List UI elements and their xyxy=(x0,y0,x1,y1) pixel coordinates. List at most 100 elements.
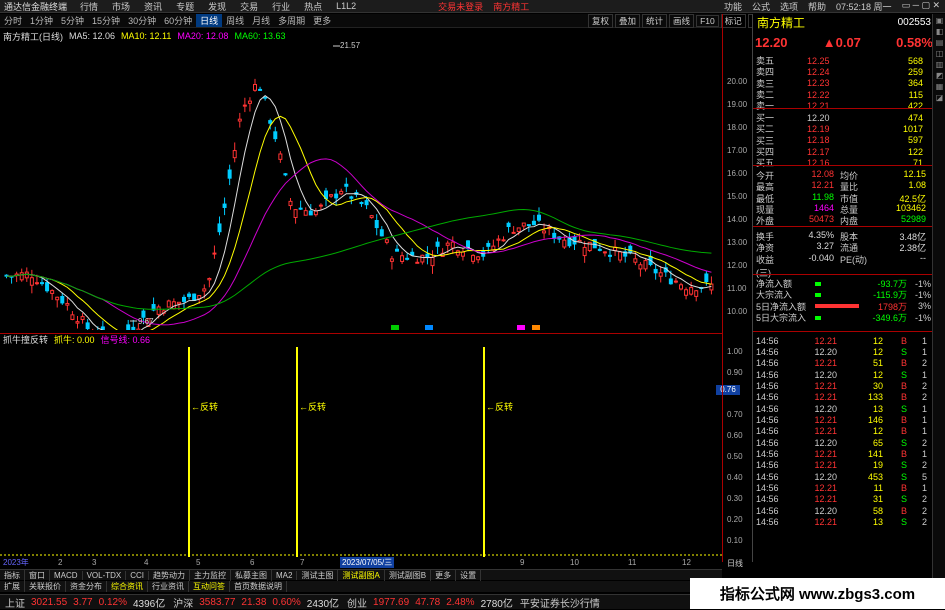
candle-body xyxy=(668,278,673,285)
tab-fund-dist[interactable]: 资金分布 xyxy=(66,581,107,592)
tick-price: 12.21 xyxy=(814,483,837,494)
sh-index-pct: 0.12% xyxy=(98,596,127,608)
tool-overlay[interactable]: 叠加 xyxy=(615,14,641,28)
tool-stats[interactable]: 统计 xyxy=(642,14,668,28)
tab-extend[interactable]: 扩展 xyxy=(0,581,25,592)
axis-period-label[interactable]: 日线 xyxy=(727,558,743,569)
stat-label: 均价 xyxy=(840,171,859,181)
low-price-label: 9.67 xyxy=(138,317,154,326)
tick-row: 14:56 12.21 51 B 2 xyxy=(753,358,935,369)
tab-macd[interactable]: MACD xyxy=(50,570,83,580)
tab-related-quote[interactable]: 关联报价 xyxy=(25,581,66,592)
period-15min[interactable]: 15分钟 xyxy=(88,14,124,27)
cy-index-label[interactable]: 创业 xyxy=(342,595,370,610)
tab-private-main[interactable]: 私募主图 xyxy=(231,569,273,581)
side-tool-icon[interactable]: ◫ xyxy=(933,49,945,58)
tick-time: 14:56 xyxy=(756,449,779,460)
side-tool-icon[interactable]: ▤ xyxy=(933,38,945,47)
axis-month: 10 xyxy=(570,558,579,567)
tick-side: S xyxy=(900,517,907,528)
tab-test-sub-b[interactable]: 测试副图B xyxy=(385,569,432,581)
tool-draw[interactable]: 画线 xyxy=(669,14,695,28)
candle-body xyxy=(136,328,141,330)
menu-help[interactable]: 帮助 xyxy=(803,0,831,13)
menu-formula[interactable]: 公式 xyxy=(747,0,775,13)
tab-indicator[interactable]: 指标 xyxy=(0,569,25,581)
candle-body xyxy=(704,273,709,283)
menu-discover[interactable]: 发现 xyxy=(201,0,233,13)
side-tool-icon[interactable]: ◪ xyxy=(933,93,945,102)
tick-row: 14:56 12.21 19 S 2 xyxy=(753,460,935,471)
tick-row: 14:56 12.20 12 S 1 xyxy=(753,369,935,380)
period-30min[interactable]: 30分钟 xyxy=(124,14,160,27)
tab-cci[interactable]: CCI xyxy=(126,570,150,580)
candlestick-chart[interactable]: 21.57 9.67 xyxy=(0,40,722,330)
tool-mark[interactable]: 标记 xyxy=(720,14,746,28)
menu-function[interactable]: 功能 xyxy=(719,0,747,13)
tab-test-sub-a[interactable]: 测试副图A xyxy=(338,569,385,581)
trade-login-status[interactable]: 交易未登录 xyxy=(433,0,488,13)
period-monthly[interactable]: 月线 xyxy=(248,14,274,27)
axis-month: 3 xyxy=(92,558,97,567)
period-multi[interactable]: 多周期 xyxy=(274,14,309,27)
menu-quotes[interactable]: 行情 xyxy=(73,0,105,13)
tab-settings[interactable]: 设置 xyxy=(456,569,482,581)
tool-adjust[interactable]: 复权 xyxy=(588,14,614,28)
period-5min[interactable]: 5分钟 xyxy=(57,14,88,27)
candle-body xyxy=(329,194,334,197)
tick-time: 14:56 xyxy=(756,403,779,414)
tab-main-monitor[interactable]: 主力监控 xyxy=(190,569,232,581)
up-arrow-icon: ▲ xyxy=(822,35,836,50)
tool-f10[interactable]: F10 xyxy=(696,15,719,27)
tick-price: 12.21 xyxy=(814,460,837,471)
menu-news[interactable]: 资讯 xyxy=(137,0,169,13)
side-tool-icon[interactable]: ▥ xyxy=(933,60,945,69)
tab-industry-news[interactable]: 行业资讯 xyxy=(148,581,189,592)
menu-hot[interactable]: 热点 xyxy=(297,0,329,13)
period-60min[interactable]: 60分钟 xyxy=(160,14,196,27)
tab-qa[interactable]: 互动问答 xyxy=(189,581,230,592)
tick-time: 14:56 xyxy=(756,369,779,380)
tab-data-desc[interactable]: 首页数据说明 xyxy=(230,581,287,592)
period-daily[interactable]: 日线 xyxy=(196,14,223,27)
period-intraday[interactable]: 分时 xyxy=(0,14,26,27)
tab-trend[interactable]: 趋势动力 xyxy=(149,569,191,581)
tick-price: 12.20 xyxy=(814,505,837,516)
candle-body xyxy=(562,239,567,248)
tick-side: B xyxy=(900,335,907,346)
tab-news[interactable]: 综合资讯 xyxy=(107,581,148,592)
tab-window[interactable]: 窗口 xyxy=(25,569,50,581)
sz-index-label[interactable]: 沪深 xyxy=(168,595,196,610)
menu-options[interactable]: 选项 xyxy=(775,0,803,13)
ind-axis-tick: 0.10 xyxy=(727,536,743,545)
side-tool-icon[interactable]: ▣ xyxy=(933,16,945,25)
window-controls[interactable]: ▭ ─ ▢ ✕ xyxy=(897,0,945,13)
tick-time: 14:56 xyxy=(756,471,779,482)
axis-month: 4 xyxy=(144,558,149,567)
ask-volume: 115 xyxy=(908,89,923,100)
period-weekly[interactable]: 周线 xyxy=(222,14,248,27)
tab-more[interactable]: 更多 xyxy=(431,569,457,581)
tick-row: 14:56 12.21 146 B 1 xyxy=(753,414,935,425)
stat-label: 量比 xyxy=(840,182,859,193)
side-tool-icon[interactable]: ▦ xyxy=(933,82,945,91)
menu-topics[interactable]: 专题 xyxy=(169,0,201,13)
side-tool-icon[interactable]: ◧ xyxy=(933,27,945,36)
period-more[interactable]: 更多 xyxy=(309,14,335,27)
tick-side: B xyxy=(900,426,907,437)
sh-index-label[interactable]: 上证 xyxy=(0,595,28,610)
menu-industry[interactable]: 行业 xyxy=(265,0,297,13)
period-1min[interactable]: 1分钟 xyxy=(26,14,57,27)
tab-vol[interactable]: VOL-TDX xyxy=(83,570,127,580)
indicator-chart[interactable]: ←反转 ←反转 ←反转 xyxy=(0,345,722,557)
stat-value: 2.38亿 xyxy=(899,243,926,254)
menu-market[interactable]: 市场 xyxy=(105,0,137,13)
tab-ma2[interactable]: MA2 xyxy=(272,570,298,580)
candle-body xyxy=(694,290,699,297)
tab-test-main[interactable]: 测试主图 xyxy=(297,569,339,581)
menu-l1l2[interactable]: L1L2 xyxy=(329,1,363,11)
tick-count: 5 xyxy=(921,471,927,482)
candle-body xyxy=(75,321,80,324)
menu-trade[interactable]: 交易 xyxy=(233,0,265,13)
side-tool-icon[interactable]: ◩ xyxy=(933,71,945,80)
